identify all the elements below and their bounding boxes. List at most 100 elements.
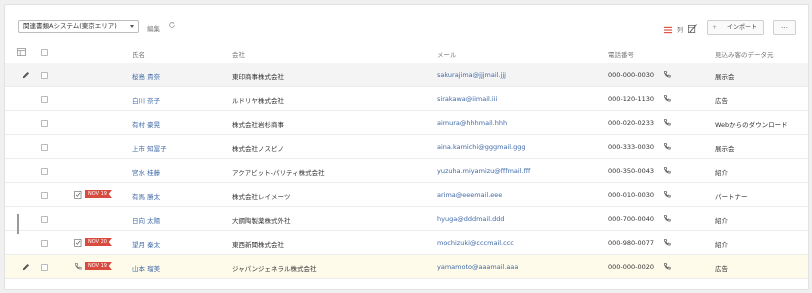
due-date-badge[interactable]: NOV 19: [85, 262, 112, 270]
lead-name-link[interactable]: 上市 知冨子: [132, 143, 167, 153]
phone-cell: 000-700-0040: [608, 215, 655, 223]
pencil-icon[interactable]: [22, 71, 30, 79]
column-header-name[interactable]: 氏名: [132, 49, 145, 59]
phone-cell: 000-350-0043: [608, 167, 655, 175]
list-view-icon[interactable]: [664, 26, 672, 34]
email-link[interactable]: aina.kamichi@gggmail.ggg: [437, 143, 525, 151]
table-row[interactable]: 日向 太陽 大鋼陶製薬株式外社 hyuga@dddmail.ddd 000-700-0…: [5, 207, 808, 231]
edit-view-link[interactable]: 編集: [147, 23, 160, 33]
row-checkbox[interactable]: [41, 72, 48, 79]
row-checkbox[interactable]: [41, 120, 48, 127]
pencil-icon[interactable]: [22, 263, 30, 271]
phone-icon[interactable]: [663, 214, 671, 223]
phone-icon[interactable]: [663, 166, 671, 175]
refresh-icon[interactable]: [168, 21, 176, 29]
row-checkbox[interactable]: [41, 216, 48, 223]
list-view-selector[interactable]: 関連書類Aシステム(東京エリア): [18, 20, 139, 33]
lead-name-link[interactable]: 有村 豪晃: [132, 119, 160, 129]
lead-name-link[interactable]: 山本 瑠美: [132, 263, 160, 273]
phone-icon[interactable]: [663, 262, 671, 271]
email-link[interactable]: yuzuha.miyamizu@fffmail.fff: [437, 167, 530, 175]
lead-name-link[interactable]: 宮水 桂藤: [132, 167, 160, 177]
phone-cell: 000-980-0077: [608, 239, 655, 247]
phone-cell: 000-333-0030: [608, 143, 655, 151]
lead-name-link[interactable]: 桜島 貴奈: [132, 71, 160, 81]
task-check-icon[interactable]: [74, 238, 82, 247]
company-cell: 株式会社レイメーツ: [232, 193, 291, 201]
column-header-phone[interactable]: 電話番号: [608, 49, 634, 59]
company-cell: 東西新聞株式会社: [232, 241, 284, 249]
lead-name-link[interactable]: 白川 奈子: [132, 95, 160, 105]
table-header: 氏名 会社 メール 電話番号 見込み客のデータ元: [5, 42, 808, 64]
company-cell: 大鋼陶製薬株式外社: [232, 217, 291, 225]
column-header-email[interactable]: メール: [437, 49, 457, 59]
email-link[interactable]: sirakawa@iimail.iii: [437, 95, 497, 103]
import-button[interactable]: + インポート: [707, 20, 764, 35]
row-checkbox[interactable]: [41, 144, 48, 151]
chevron-down-icon: [130, 25, 134, 28]
company-cell: 株式会社ノスピノ: [232, 145, 284, 153]
company-cell: 株式会社岩杉商事: [232, 121, 284, 129]
list-view-label: 関連書類Aシステム(東京エリア): [23, 22, 117, 30]
email-link[interactable]: hyuga@dddmail.ddd: [437, 215, 504, 223]
column-header-source[interactable]: 見込み客のデータ元: [715, 49, 774, 59]
email-link[interactable]: mochizuki@cccmail.ccc: [437, 239, 514, 247]
grid-edit-icon[interactable]: [688, 24, 697, 34]
columns-label[interactable]: 列: [677, 25, 683, 34]
table-row[interactable]: NOV 20 望月 秦太 東西新聞株式会社 mochizuki@cccmail.ccc…: [5, 231, 808, 255]
lead-source-cell: 紹介: [715, 241, 728, 249]
phone-cell: 000-000-0030: [608, 71, 655, 79]
table-row[interactable]: 白川 奈子 ルドリヤ株式会社 sirakawa@iimail.iii 000-120-…: [5, 87, 808, 111]
company-cell: ジャパンジェネラル株式会社: [232, 265, 317, 273]
plus-icon: +: [712, 24, 718, 31]
email-link[interactable]: yamamoto@aaamail.aaa: [437, 263, 518, 271]
task-check-icon[interactable]: [74, 190, 82, 199]
company-cell: 東印商事株式会社: [232, 73, 284, 81]
table-row[interactable]: 宮水 桂藤 アクアビット-パリティ株式会社 yuzuha.miyamizu@fffm…: [5, 159, 808, 183]
row-checkbox[interactable]: [41, 96, 48, 103]
phone-icon[interactable]: [663, 94, 671, 103]
email-link[interactable]: sakurajima@jjjmail.jjj: [437, 71, 506, 79]
due-date-badge[interactable]: NOV 19: [85, 190, 112, 198]
table-row[interactable]: NOV 19 山本 瑠美 ジャパンジェネラル株式会社 yamamoto@aaamail…: [5, 255, 808, 279]
column-header-company[interactable]: 会社: [232, 49, 245, 59]
email-link[interactable]: arima@eeemail.eee: [437, 191, 502, 199]
scroll-handle[interactable]: [17, 214, 19, 234]
row-checkbox[interactable]: [41, 192, 48, 199]
lead-source-cell: 展示会: [715, 73, 735, 81]
lead-source-cell: 紹介: [715, 169, 728, 177]
phone-icon[interactable]: [74, 262, 82, 271]
phone-cell: 000-120-1130: [608, 95, 655, 103]
select-all-checkbox[interactable]: [41, 49, 48, 56]
row-checkbox[interactable]: [41, 168, 48, 175]
row-checkbox[interactable]: [41, 264, 48, 271]
phone-icon[interactable]: [663, 70, 671, 79]
table-row[interactable]: 桜島 貴奈 東印商事株式会社 sakurajima@jjjmail.jjj 000-0…: [5, 63, 808, 87]
table-row[interactable]: NOV 19 有馬 勝太 株式会社レイメーツ arima@eeemail.eee 000…: [5, 183, 808, 207]
row-checkbox[interactable]: [41, 240, 48, 247]
lead-source-cell: 展示会: [715, 145, 735, 153]
table-row[interactable]: 上市 知冨子 株式会社ノスピノ aina.kamichi@gggmail.ggg 00…: [5, 135, 808, 159]
due-date-badge[interactable]: NOV 20: [85, 238, 112, 246]
phone-icon[interactable]: [663, 190, 671, 199]
more-options-button[interactable]: …: [773, 20, 796, 35]
lead-source-cell: Webからのダウンロード: [715, 121, 788, 129]
email-link[interactable]: aimura@hhhmail.hhh: [437, 119, 507, 127]
lead-source-cell: 広告: [715, 97, 728, 105]
company-cell: アクアビット-パリティ株式会社: [232, 169, 325, 177]
lead-name-link[interactable]: 望月 秦太: [132, 239, 160, 249]
lead-source-cell: 紹介: [715, 217, 728, 225]
phone-icon[interactable]: [663, 238, 671, 247]
phone-cell: 000-000-0020: [608, 263, 655, 271]
company-cell: ルドリヤ株式会社: [232, 97, 284, 105]
toolbar: 関連書類Aシステム(東京エリア) 編集 列 + インポート …: [5, 5, 808, 39]
phone-icon[interactable]: [663, 142, 671, 151]
table-view-icon[interactable]: [17, 48, 26, 56]
lead-source-cell: パートナー: [715, 193, 748, 201]
table-row[interactable]: 有村 豪晃 株式会社岩杉商事 aimura@hhhmail.hhh 000-020-0…: [5, 111, 808, 135]
lead-name-link[interactable]: 日向 太陽: [132, 215, 160, 225]
lead-name-link[interactable]: 有馬 勝太: [132, 191, 160, 201]
phone-cell: 000-010-0030: [608, 191, 655, 199]
phone-icon[interactable]: [663, 118, 671, 127]
import-label: インポート: [727, 24, 758, 31]
